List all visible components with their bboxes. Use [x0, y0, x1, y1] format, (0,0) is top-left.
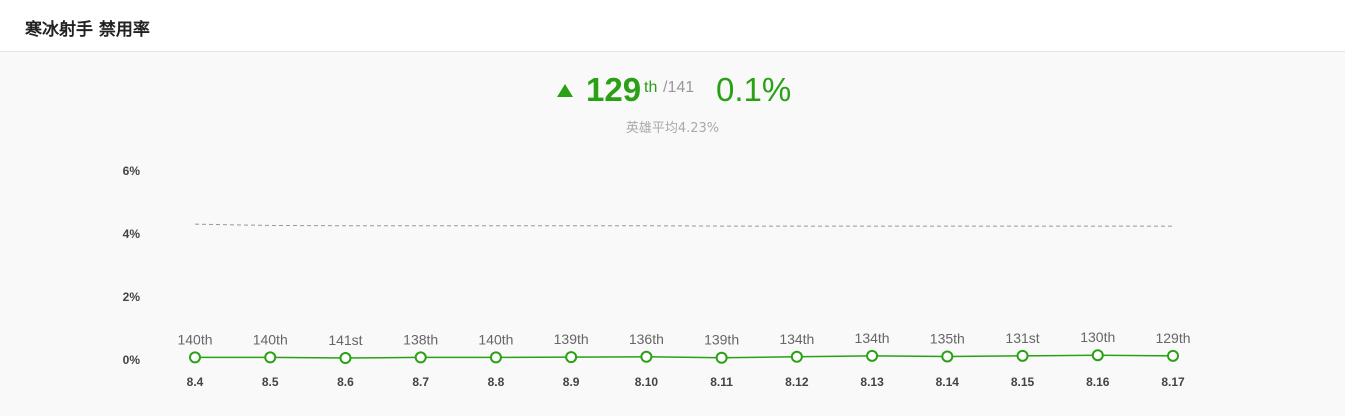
data-point	[1167, 349, 1179, 362]
point-rank-label: 140th	[253, 331, 288, 347]
x-tick-label: 8.4	[187, 375, 204, 389]
point-rank-label: 129th	[1155, 330, 1190, 346]
x-tick-label: 8.10	[635, 375, 659, 389]
x-tick-label: 8.8	[488, 375, 505, 389]
y-tick-label: 0%	[123, 353, 141, 367]
point-rank-label: 131st	[1005, 330, 1039, 346]
ban-rate-line-chart: 0% 2% 4% 6% 140th 8.4 140th 8.5 141st 8.6 138th 8.7…	[123, 164, 1191, 389]
data-point	[866, 349, 879, 362]
average-line	[194, 223, 1173, 227]
point-rank-label: 138th	[403, 331, 438, 347]
x-tick-label: 8.7	[412, 375, 429, 389]
data-point	[790, 350, 803, 363]
data-point	[414, 351, 427, 364]
data-point	[941, 350, 954, 363]
point-rank-label: 141st	[328, 332, 362, 348]
x-tick-label: 8.11	[710, 375, 733, 389]
data-point	[715, 351, 728, 364]
x-tick-label: 8.14	[936, 375, 960, 389]
point-rank-label: 140th	[177, 331, 212, 347]
chart-panel: 寒冰射手 禁用率 129 th /141 0.1% 英雄平均4.23% 0% 2%…	[0, 0, 1345, 416]
x-tick-label: 8.9	[563, 375, 580, 389]
data-point	[489, 351, 502, 364]
point-rank-label: 139th	[554, 331, 589, 347]
data-point	[565, 351, 578, 364]
data-point	[640, 350, 653, 363]
x-tick-label: 8.16	[1086, 375, 1110, 389]
data-point	[189, 351, 201, 364]
point-rank-label: 134th	[779, 331, 814, 347]
x-tick-label: 8.5	[262, 375, 279, 389]
x-tick-label: 8.15	[1011, 375, 1035, 389]
point-rank-label: 139th	[704, 332, 739, 348]
point-rank-label: 134th	[855, 330, 890, 346]
data-point	[264, 351, 277, 364]
y-tick-label: 6%	[123, 164, 141, 178]
data-point	[339, 352, 352, 365]
x-tick-label: 8.6	[337, 375, 354, 389]
y-tick-label: 4%	[123, 227, 141, 241]
data-point	[1091, 349, 1104, 362]
y-tick-label: 2%	[123, 290, 141, 304]
data-point	[1016, 349, 1029, 362]
point-rank-label: 130th	[1080, 329, 1115, 345]
point-rank-label: 140th	[478, 331, 513, 347]
point-rank-label: 136th	[629, 331, 664, 347]
point-rank-label: 135th	[930, 330, 965, 346]
x-tick-label: 8.17	[1161, 375, 1185, 389]
x-tick-label: 8.12	[785, 375, 809, 389]
x-tick-label: 8.13	[860, 375, 884, 389]
